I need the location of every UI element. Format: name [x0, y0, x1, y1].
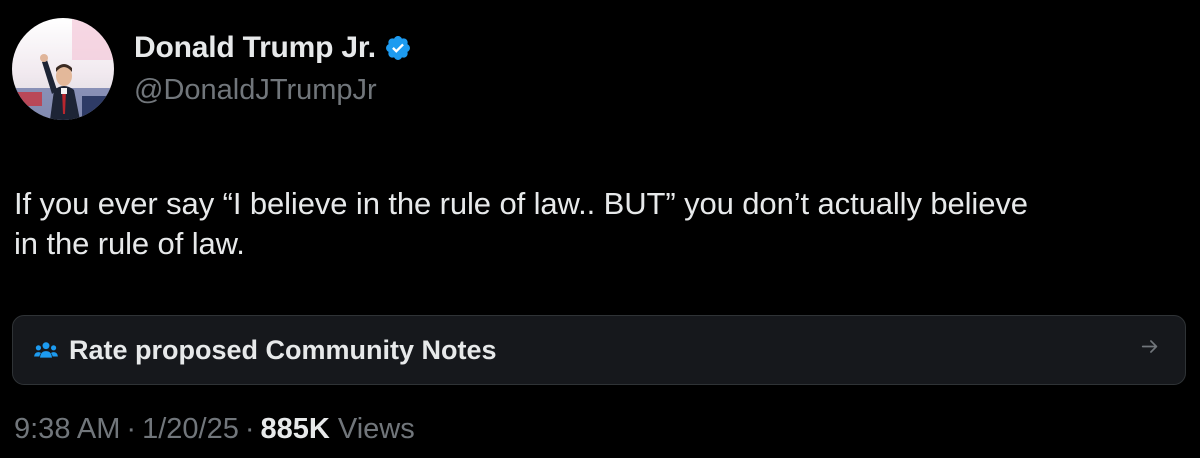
separator: · — [126, 413, 137, 445]
tweet-header: Donald Trump Jr. @DonaldJTrumpJr — [12, 18, 412, 120]
avatar[interactable] — [12, 18, 114, 120]
views-count: 885K — [260, 413, 330, 445]
author-handle[interactable]: @DonaldJTrumpJr — [134, 72, 412, 108]
verified-badge-icon[interactable] — [384, 34, 412, 62]
tweet-date[interactable]: 1/20/25 — [142, 413, 239, 445]
views-label: Views — [337, 413, 415, 445]
tweet-text: If you ever say “I believe in the rule o… — [14, 186, 1028, 261]
rate-community-notes-button[interactable]: Rate proposed Community Notes — [12, 315, 1186, 385]
display-name-row[interactable]: Donald Trump Jr. — [134, 30, 412, 66]
arrow-right-icon — [1139, 336, 1161, 365]
tweet: Donald Trump Jr. @DonaldJTrumpJr If you … — [0, 0, 1200, 458]
avatar-image — [12, 18, 114, 120]
display-name[interactable]: Donald Trump Jr. — [134, 30, 376, 66]
community-notes-label: Rate proposed Community Notes — [69, 334, 497, 365]
separator: · — [244, 413, 255, 445]
people-icon — [33, 337, 59, 363]
author-names: Donald Trump Jr. @DonaldJTrumpJr — [134, 30, 412, 108]
tweet-meta: 9:38 AM · 1/20/25 · 885K Views — [14, 411, 415, 447]
tweet-time[interactable]: 9:38 AM — [14, 413, 120, 445]
